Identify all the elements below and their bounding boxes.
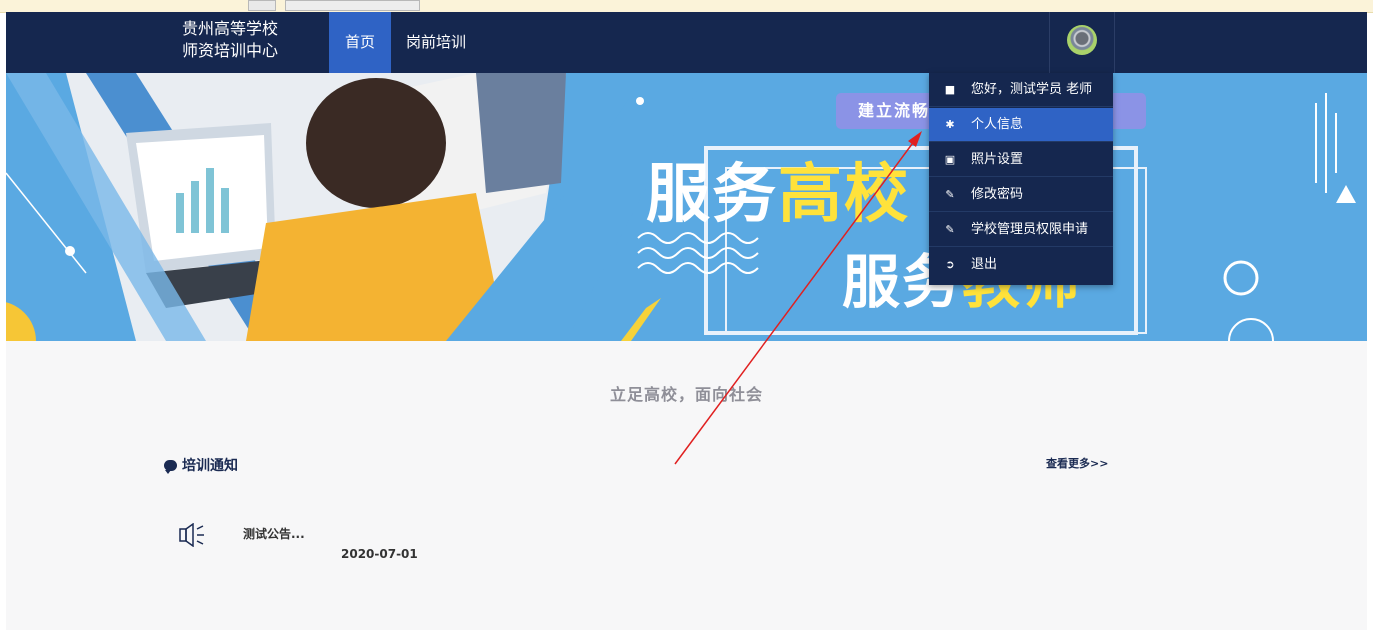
notice-item-title[interactable]: 测试公告... bbox=[243, 525, 305, 542]
notice-section-title: 培训通知 bbox=[164, 455, 238, 475]
toolbar-button[interactable] bbox=[248, 0, 276, 11]
menu-item-profile[interactable]: ✱ 个人信息 bbox=[929, 108, 1113, 142]
toolbar-field[interactable] bbox=[285, 0, 420, 11]
menu-item-admin-request[interactable]: ✎ 学校管理员权限申请 bbox=[929, 213, 1113, 247]
user-dropdown-menu: ■ 您好，测试学员 老师 ✱ 个人信息 ▣ 照片设置 ✎ 修改密码 ✎ 学校管理员权限申请… bbox=[929, 73, 1113, 285]
picture-icon: ▣ bbox=[944, 153, 956, 166]
logo-line2: 师资培训中心 bbox=[182, 41, 279, 60]
notice-item-date: 2020-07-01 bbox=[341, 547, 418, 561]
avatar[interactable] bbox=[1067, 25, 1097, 55]
user-menu-toggle[interactable] bbox=[1049, 12, 1115, 73]
menu-item-logout[interactable]: ➲ 退出 bbox=[929, 248, 1113, 282]
site-logo[interactable]: 贵州高等学校 师资培训中心 bbox=[182, 18, 278, 62]
edit-icon: ✎ bbox=[945, 223, 955, 236]
logo-line1: 贵州高等学校 bbox=[182, 19, 279, 38]
menu-item-greeting: ■ 您好，测试学员 老师 bbox=[929, 73, 1113, 107]
logout-icon: ➲ bbox=[945, 258, 955, 271]
nav-home[interactable]: 首页 bbox=[329, 12, 391, 73]
gear-icon: ✱ bbox=[945, 118, 955, 131]
speaker-icon bbox=[179, 523, 204, 547]
slogan: 立足高校，面向社会 bbox=[609, 385, 763, 404]
main-content: 立足高校，面向社会 培训通知 查看更多>> 测试公告... 2020-07-01 bbox=[6, 341, 1367, 630]
menu-item-photo-settings[interactable]: ▣ 照片设置 bbox=[929, 143, 1113, 177]
menu-item-change-password[interactable]: ✎ 修改密码 bbox=[929, 178, 1113, 212]
user-icon: ■ bbox=[944, 83, 956, 96]
top-navbar: 贵州高等学校 师资培训中心 首页 岗前培训 bbox=[6, 12, 1367, 73]
edit-icon: ✎ bbox=[945, 188, 955, 201]
banner-headline-1: 服务高校 bbox=[646, 158, 910, 232]
nav-pre-job-training[interactable]: 岗前培训 bbox=[406, 12, 466, 73]
hero-banner: 建立流畅 服务高校 服务教师 bbox=[6, 73, 1367, 341]
chat-bubble-icon bbox=[164, 460, 177, 474]
view-more-link[interactable]: 查看更多>> bbox=[1046, 455, 1108, 471]
